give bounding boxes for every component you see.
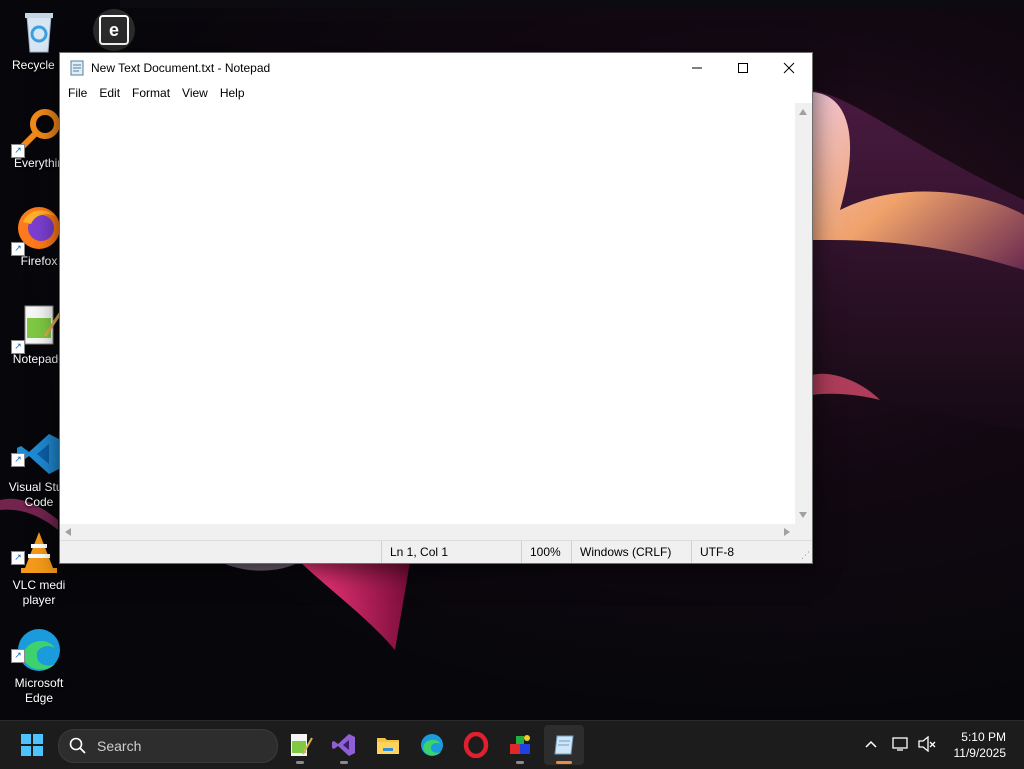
active-indicator — [556, 761, 572, 764]
menu-bar: File Edit Format View Help — [60, 83, 812, 103]
recycle-bin-icon — [15, 8, 63, 56]
opera-icon — [463, 732, 489, 758]
resize-grip-icon[interactable]: ⋰ — [801, 550, 810, 561]
notepad-icon — [554, 735, 574, 755]
edge-icon — [421, 734, 443, 756]
paint-tool-icon — [510, 735, 530, 754]
volume-muted-icon — [918, 735, 936, 753]
clock-date: 11/9/2025 — [953, 746, 1007, 760]
start-button[interactable] — [12, 725, 52, 765]
running-indicator — [516, 761, 524, 764]
search-icon — [69, 737, 86, 754]
taskbar-app-opera[interactable] — [456, 725, 496, 765]
desktop-icon-label: Microsoft Edge — [14, 676, 64, 705]
maximize-icon — [738, 63, 748, 73]
shortcut-arrow-icon: ↗ — [11, 649, 25, 663]
taskbar-app-notepad-plus-plus[interactable] — [280, 725, 320, 765]
file-explorer-icon — [377, 738, 399, 754]
firefox-icon: ↗ — [11, 204, 63, 256]
running-indicator — [296, 761, 304, 764]
shortcut-arrow-icon: ↗ — [11, 340, 25, 354]
volume-button[interactable] — [918, 735, 936, 757]
taskbar-app-paint-tool[interactable] — [500, 725, 540, 765]
menu-file[interactable]: File — [62, 84, 93, 102]
line-ending: Windows (CRLF) — [571, 541, 690, 563]
vlc-icon: ↗ — [11, 513, 63, 573]
notepad-icon — [69, 60, 85, 76]
clock-time: 5:10 PM — [961, 730, 1006, 744]
shortcut-arrow-icon: ↗ — [11, 242, 25, 256]
scroll-right-icon[interactable] — [784, 528, 790, 536]
notepad-plus-plus-icon: ↗ — [11, 302, 63, 354]
menu-edit[interactable]: Edit — [93, 84, 126, 102]
scrollbar-corner — [795, 524, 812, 541]
vertical-scrollbar[interactable] — [795, 103, 812, 524]
horizontal-scrollbar[interactable] — [60, 524, 795, 541]
title-bar[interactable]: New Text Document.txt - Notepad — [60, 53, 812, 83]
menu-view[interactable]: View — [176, 84, 214, 102]
notepad-plus-plus-icon — [291, 734, 313, 756]
taskbar-app-notepad[interactable] — [544, 725, 584, 765]
everything-search-icon: ↗ — [11, 106, 63, 158]
chevron-up-icon — [865, 740, 877, 748]
network-icon — [892, 737, 908, 751]
taskbar-app-visual-studio[interactable] — [324, 725, 364, 765]
notepad-window[interactable]: New Text Document.txt - Notepad File Edi… — [59, 52, 813, 564]
taskbar: Search 5:10 PM 11/9/2025 — [0, 720, 1024, 769]
minimize-button[interactable] — [674, 53, 720, 83]
encoding: UTF-8 — [691, 541, 800, 563]
scroll-down-icon[interactable] — [799, 512, 807, 518]
edge-icon: ↗ — [11, 611, 63, 671]
network-button[interactable] — [892, 736, 910, 757]
search-label: Search — [97, 738, 142, 754]
scroll-left-icon[interactable] — [65, 528, 71, 536]
minimize-icon — [692, 67, 702, 69]
taskbar-app-edge[interactable] — [412, 725, 452, 765]
maximize-button[interactable] — [720, 53, 766, 83]
clock[interactable]: 5:10 PM 11/9/2025 — [954, 729, 1007, 761]
menu-help[interactable]: Help — [214, 84, 251, 102]
shortcut-arrow-icon: ↗ — [11, 551, 25, 565]
vscode-icon: ↗ — [11, 415, 63, 474]
scroll-up-icon[interactable] — [799, 109, 807, 115]
window-title: New Text Document.txt - Notepad — [91, 61, 271, 75]
shortcut-arrow-icon: ↗ — [11, 453, 25, 467]
desktop-icon-edge[interactable]: ↗ Microsoft Edge — [0, 596, 78, 721]
windows-start-icon — [21, 734, 43, 756]
cursor-position: Ln 1, Col 1 — [381, 541, 520, 563]
close-icon — [783, 62, 795, 74]
shortcut-arrow-icon: ↗ — [11, 144, 25, 158]
menu-format[interactable]: Format — [126, 84, 176, 102]
e-app-icon: e — [93, 9, 135, 51]
visual-studio-icon — [332, 734, 355, 756]
show-hidden-icons-button[interactable] — [864, 737, 878, 756]
taskbar-app-file-explorer[interactable] — [368, 725, 408, 765]
taskbar-search-box[interactable]: Search — [58, 729, 278, 763]
desktop-icon-partial-app[interactable]: e — [93, 9, 139, 51]
text-editor-area[interactable] — [60, 103, 795, 524]
zoom-level: 100% — [521, 541, 570, 563]
close-button[interactable] — [766, 53, 812, 83]
status-bar: Ln 1, Col 1 100% Windows (CRLF) UTF-8 ⋰ — [60, 540, 812, 563]
running-indicator — [340, 761, 348, 764]
